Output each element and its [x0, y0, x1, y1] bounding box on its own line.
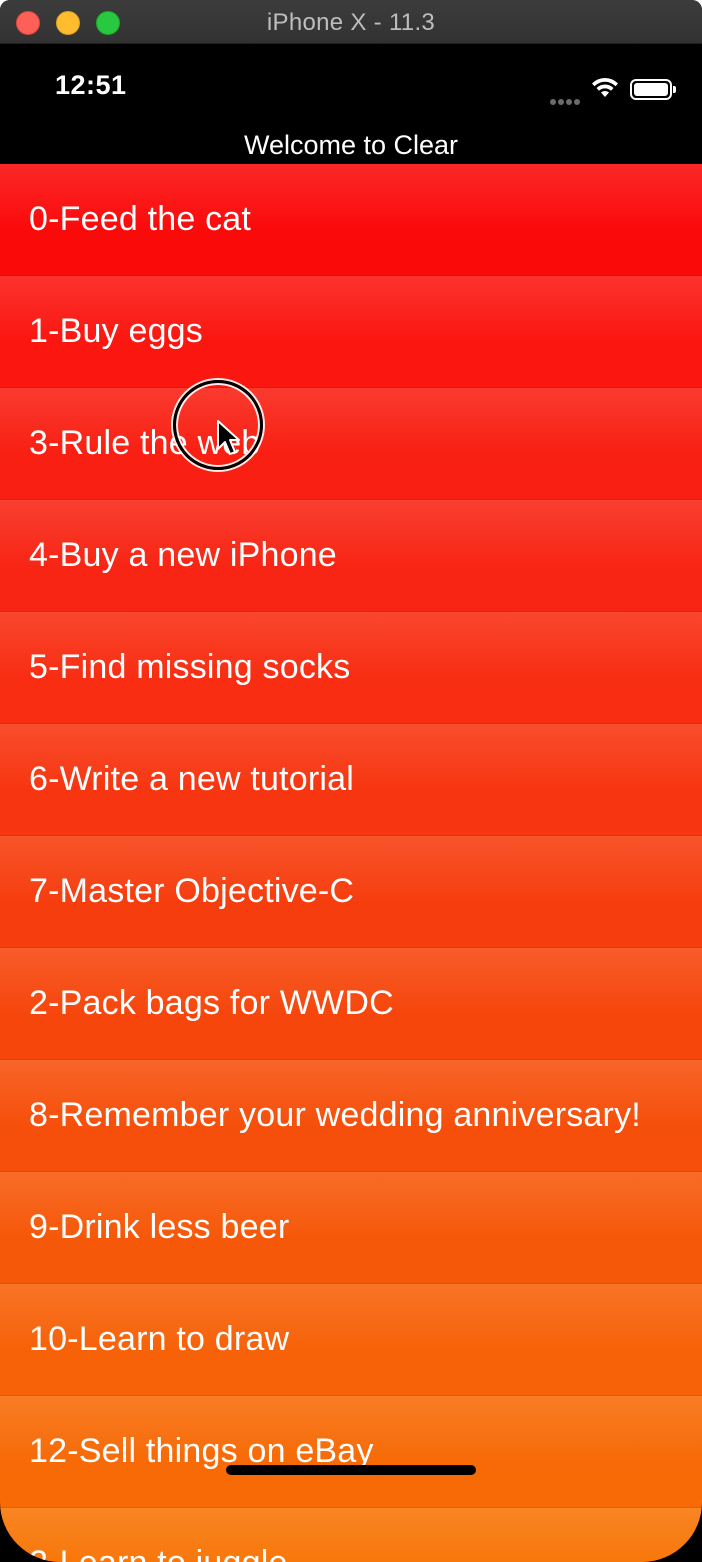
todo-label: 7-Master Objective-C [29, 872, 355, 910]
todo-label: 0-Feed the cat [29, 200, 252, 238]
todo-row[interactable]: 3-Rule the web [0, 388, 702, 500]
todo-list[interactable]: 0-Feed the cat 1-Buy eggs 3-Rule the web 4-… [0, 164, 702, 1562]
todo-row[interactable]: 2-Learn to juggle [0, 1508, 702, 1562]
todo-label: 8-Remember your wedding anniversary! [29, 1096, 641, 1134]
home-indicator[interactable] [226, 1465, 476, 1475]
mouse-pointer-icon [217, 420, 240, 455]
device-screen: 12:51 Welcome to Clear 0-Feed the cat 1-B… [0, 44, 702, 1562]
todo-label: 5-Find missing socks [29, 648, 351, 686]
todo-label: 4-Buy a new iPhone [29, 536, 337, 574]
todo-label: 6-Write a new tutorial [29, 760, 355, 798]
simulator-window: iPhone X - 11.3 12:51 Welcome to Clear 0… [0, 0, 702, 1562]
todo-row[interactable]: 9-Drink less beer [0, 1172, 702, 1284]
window-title: iPhone X - 11.3 [266, 9, 436, 36]
todo-row[interactable]: 10-Learn to draw [0, 1284, 702, 1396]
todo-row[interactable]: 0-Feed the cat [0, 164, 702, 276]
todo-label: 2-Learn to juggle [29, 1544, 288, 1562]
todo-label: 10-Learn to draw [29, 1320, 290, 1358]
todo-label: 2-Pack bags for WWDC [29, 984, 394, 1022]
todo-row[interactable]: 2-Pack bags for WWDC [0, 948, 702, 1060]
todo-row[interactable]: 8-Remember your wedding anniversary! [0, 1060, 702, 1172]
nav-title: Welcome to Clear [243, 130, 459, 160]
battery-icon [630, 79, 676, 100]
todo-row[interactable]: 4-Buy a new iPhone [0, 500, 702, 612]
todo-label: 9-Drink less beer [29, 1208, 290, 1246]
todo-row[interactable]: 12-Sell things on eBay [0, 1396, 702, 1508]
todo-label: 1-Buy eggs [29, 312, 203, 350]
todo-row[interactable]: 1-Buy eggs [0, 276, 702, 388]
cellular-signal-icon [550, 92, 584, 105]
window-titlebar: iPhone X - 11.3 [0, 0, 702, 44]
todo-row[interactable]: 6-Write a new tutorial [0, 724, 702, 836]
wifi-icon [592, 77, 618, 97]
todo-row[interactable]: 5-Find missing socks [0, 612, 702, 724]
status-time: 12:51 [55, 70, 127, 100]
todo-row[interactable]: 7-Master Objective-C [0, 836, 702, 948]
